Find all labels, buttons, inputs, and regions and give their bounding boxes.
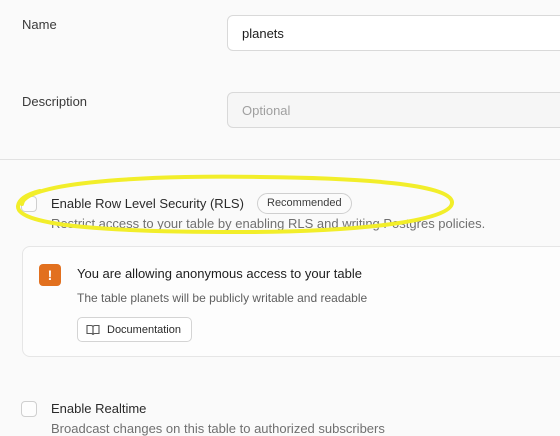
- section-divider: [0, 159, 560, 160]
- description-input[interactable]: [227, 92, 560, 128]
- description-label: Description: [22, 94, 88, 109]
- warning-icon: !: [39, 264, 61, 286]
- recommended-badge: Recommended: [257, 193, 352, 214]
- documentation-button[interactable]: Documentation: [77, 317, 192, 342]
- book-icon: [86, 324, 100, 336]
- realtime-description: Broadcast changes on this table to autho…: [51, 421, 385, 436]
- alert-title: You are allowing anonymous access to you…: [77, 266, 362, 281]
- rls-label: Enable Row Level Security (RLS): [51, 196, 244, 211]
- name-input[interactable]: [227, 15, 560, 51]
- rls-description: Restrict access to your table by enablin…: [51, 216, 486, 231]
- rls-checkbox[interactable]: [21, 196, 37, 212]
- documentation-button-label: Documentation: [107, 323, 181, 336]
- realtime-checkbox[interactable]: [21, 401, 37, 417]
- realtime-label: Enable Realtime: [51, 401, 147, 416]
- alert-description: The table planets will be publicly writa…: [77, 291, 368, 305]
- name-label: Name: [22, 17, 57, 32]
